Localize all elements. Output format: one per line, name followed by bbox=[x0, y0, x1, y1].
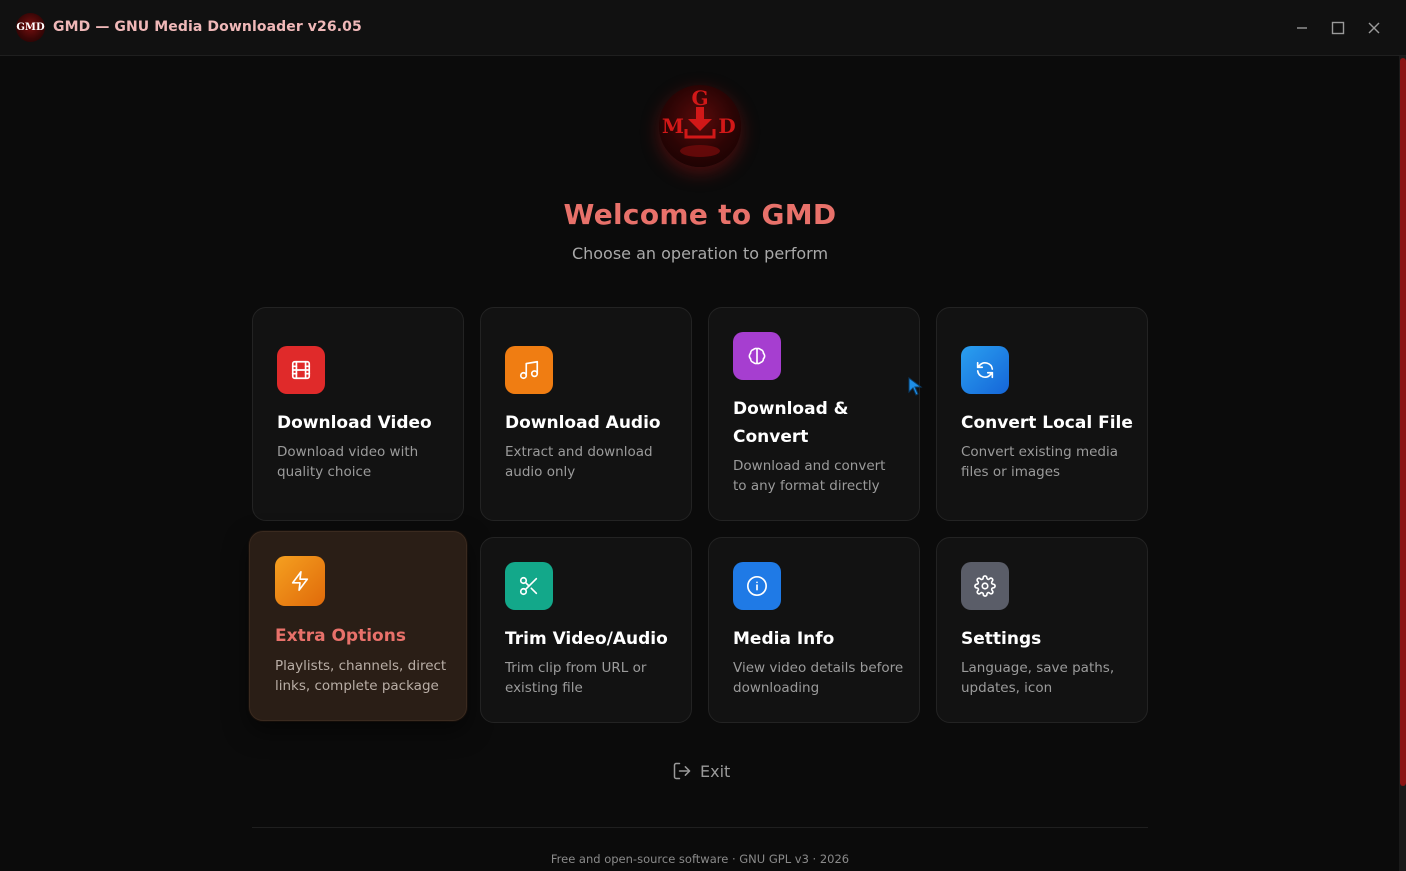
footer-text: Free and open-source software · GNU GPL … bbox=[550, 852, 850, 866]
card-title: Convert Local File bbox=[961, 413, 1133, 433]
card-description: Convert existing media files or images bbox=[961, 444, 1119, 480]
svg-text:D: D bbox=[718, 114, 735, 138]
brain-icon bbox=[733, 332, 781, 380]
maximize-icon bbox=[1331, 21, 1345, 35]
maximize-button[interactable] bbox=[1328, 18, 1348, 38]
card-title: Trim Video/Audio bbox=[505, 629, 668, 649]
card-description: Trim clip from URL or existing file bbox=[505, 660, 647, 696]
scissors-icon bbox=[505, 562, 553, 610]
close-icon bbox=[1368, 22, 1380, 34]
film-icon bbox=[277, 346, 325, 394]
card-settings[interactable]: Settings Language, save paths, updates, … bbox=[936, 537, 1148, 723]
card-download-audio[interactable]: Download Audio Extract and download audi… bbox=[480, 307, 692, 521]
card-title: Extra Options bbox=[275, 626, 406, 646]
gmd-logo: G M D bbox=[659, 85, 741, 167]
card-description: Language, save paths, updates, icon bbox=[961, 660, 1115, 696]
minimize-button[interactable] bbox=[1292, 18, 1312, 38]
card-extra-options[interactable]: Extra Options Playlists, channels, direc… bbox=[249, 531, 467, 721]
window-title: GMD — GNU Media Downloader v26.05 bbox=[53, 19, 362, 35]
logout-icon bbox=[673, 762, 691, 780]
card-description: Download video with quality choice bbox=[277, 444, 419, 480]
card-description: View video details before downloading bbox=[733, 660, 904, 696]
scrollbar-thumb[interactable] bbox=[1400, 58, 1406, 786]
mouse-cursor-icon bbox=[907, 376, 923, 402]
card-title: Download Video bbox=[277, 413, 432, 433]
info-icon bbox=[733, 562, 781, 610]
music-note-icon bbox=[505, 346, 553, 394]
card-title: Download Audio bbox=[505, 413, 661, 433]
footer-divider bbox=[252, 827, 1148, 828]
gear-icon bbox=[961, 562, 1009, 610]
card-description: Extract and download audio only bbox=[505, 444, 653, 480]
welcome-heading: Welcome to GMD bbox=[563, 198, 837, 231]
card-convert-local-file[interactable]: Convert Local File Convert existing medi… bbox=[936, 307, 1148, 521]
lightning-icon bbox=[275, 556, 325, 606]
card-description: Download and convert to any format direc… bbox=[733, 458, 886, 494]
close-button[interactable] bbox=[1364, 18, 1384, 38]
card-trim-video-audio[interactable]: Trim Video/Audio Trim clip from URL or e… bbox=[480, 537, 692, 723]
card-download-video[interactable]: Download Video Download video with quali… bbox=[252, 307, 464, 521]
exit-button[interactable]: Exit bbox=[672, 758, 730, 784]
svg-text:G: G bbox=[691, 86, 708, 110]
title-bar: GMD GMD — GNU Media Downloader v26.05 bbox=[0, 0, 1406, 56]
card-title: Download & Convert bbox=[733, 399, 849, 447]
card-description: Playlists, channels, direct links, compl… bbox=[275, 658, 447, 694]
card-media-info[interactable]: Media Info View video details before dow… bbox=[708, 537, 920, 723]
minimize-icon bbox=[1297, 27, 1307, 29]
exit-label: Exit bbox=[700, 761, 731, 781]
refresh-icon bbox=[961, 346, 1009, 394]
card-title: Media Info bbox=[733, 629, 835, 649]
svg-text:M: M bbox=[662, 114, 684, 138]
welcome-subtitle: Choose an operation to perform bbox=[571, 244, 829, 263]
app-logo-icon: GMD bbox=[16, 13, 45, 42]
card-download-convert[interactable]: Download & Convert Download and convert … bbox=[708, 307, 920, 521]
card-title: Settings bbox=[961, 629, 1042, 649]
